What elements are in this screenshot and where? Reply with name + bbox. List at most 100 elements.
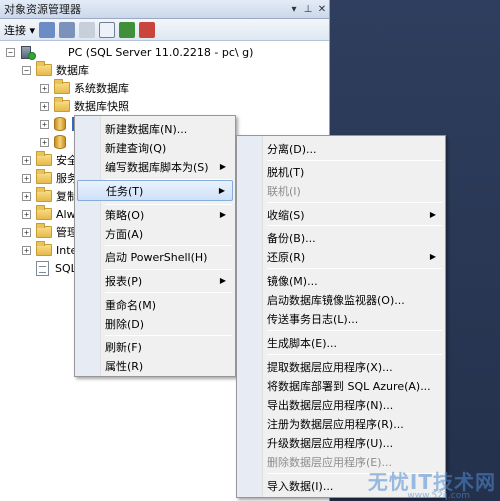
folder-icon [36, 223, 52, 238]
folder-icon [36, 187, 52, 202]
menu-item-refresh[interactable]: 刷新(F) [77, 336, 233, 357]
expand-toggle[interactable]: + [40, 83, 49, 93]
menu-item-label: 传送事务日志(L)... [267, 312, 359, 326]
expand-toggle[interactable]: + [40, 119, 49, 129]
menu-item-label: 脱机(T) [267, 165, 305, 179]
menu-item-policies[interactable]: 策略(O) ▶ [77, 204, 233, 225]
tree-item-user-database-2[interactable]: + [40, 133, 72, 151]
menu-item-rename[interactable]: 重命名(M) [77, 294, 233, 315]
menu-item-detach[interactable]: 分离(D)... [239, 138, 443, 159]
tree-item-system-databases[interactable]: + 系统数据库 [40, 79, 129, 97]
expand-toggle[interactable]: + [40, 137, 49, 147]
menu-item-label: 导入数据(I)... [267, 479, 334, 493]
menu-item-label: 报表(P) [105, 274, 143, 288]
expand-toggle[interactable]: + [22, 245, 31, 255]
menu-item-upgrade-data-tier-app[interactable]: 升级数据层应用程序(U)... [239, 432, 443, 453]
menu-item-label: 策略(O) [105, 208, 145, 222]
tree-item-label: 数据库 [56, 64, 89, 77]
disconnect-icon[interactable] [59, 21, 76, 38]
menu-item-label: 重命名(M) [105, 298, 157, 312]
pin-icon[interactable]: ⊥ [301, 4, 315, 15]
menu-item-take-offline[interactable]: 脱机(T) [239, 161, 443, 182]
tree-item-label: 系统数据库 [74, 82, 129, 95]
menu-item-new-database[interactable]: 新建数据库(N)... [77, 118, 233, 139]
summary-icon[interactable] [139, 21, 156, 38]
server-node[interactable]: − PC (SQL Server 11.0.2218 - pc\ g) [6, 43, 253, 61]
menu-separator [267, 330, 442, 331]
menu-separator [267, 225, 442, 226]
tree-item-server-objects[interactable]: + 服务 [22, 169, 78, 187]
menu-item-label: 方面(A) [105, 227, 144, 241]
folder-icon [36, 241, 52, 256]
expand-toggle[interactable]: + [22, 173, 31, 183]
database-context-menu: 新建数据库(N)... 新建查询(Q) 编写数据库脚本为(S) ▶ 任务(T) ▶ … [74, 115, 236, 377]
menu-item-new-query[interactable]: 新建查询(Q) [77, 137, 233, 158]
expand-toggle[interactable]: + [22, 209, 31, 219]
server-label: PC (SQL Server 11.0.2218 - pc\ g) [68, 45, 254, 59]
submenu-arrow-icon: ▶ [429, 210, 436, 219]
expand-toggle[interactable]: + [22, 227, 31, 237]
close-icon[interactable]: ✕ [315, 4, 329, 15]
menu-item-generate-scripts[interactable]: 生成脚本(E)... [239, 332, 443, 353]
menu-item-start-powershell[interactable]: 启动 PowerShell(H) [77, 246, 233, 267]
tasks-submenu: 分离(D)... 脱机(T) 联机(I) 收缩(S) ▶ 备份(B)... 还原(… [236, 135, 446, 498]
menu-item-ship-transaction-logs[interactable]: 传送事务日志(L)... [239, 308, 443, 329]
menu-item-shrink[interactable]: 收缩(S) ▶ [239, 204, 443, 225]
menu-item-deploy-to-sql-azure[interactable]: 将数据库部署到 SQL Azure(A)... [239, 375, 443, 396]
folder-icon [54, 79, 70, 94]
menu-item-label: 收缩(S) [267, 208, 305, 222]
collapse-toggle[interactable]: − [6, 47, 15, 57]
menu-item-extract-data-tier-app[interactable]: 提取数据层应用程序(X)... [239, 356, 443, 377]
database-icon [54, 117, 66, 131]
menu-item-label: 导出数据层应用程序(N)... [267, 398, 394, 412]
panel-title-bar: 对象资源管理器 ▾ ⊥ ✕ [0, 0, 329, 19]
menu-item-bring-online: 联机(I) [239, 180, 443, 201]
expand-toggle[interactable]: + [22, 191, 31, 201]
watermark-url: www.52ij.com [407, 491, 470, 501]
folder-icon [36, 61, 52, 76]
menu-item-label: 编写数据库脚本为(S) [105, 160, 209, 174]
expand-toggle[interactable]: + [40, 101, 49, 111]
menu-item-label: 任务(T) [106, 184, 144, 198]
menu-separator [267, 202, 442, 203]
agent-icon [36, 260, 49, 276]
menu-item-reports[interactable]: 报表(P) ▶ [77, 270, 233, 291]
submenu-arrow-icon: ▶ [218, 186, 225, 195]
menu-item-export-data-tier-app[interactable]: 导出数据层应用程序(N)... [239, 394, 443, 415]
tree-item-alwayson[interactable]: + Alw [22, 205, 76, 223]
expand-toggle[interactable]: + [22, 155, 31, 165]
tree-item-management[interactable]: + 管理 [22, 223, 78, 241]
stop-icon[interactable] [79, 21, 96, 38]
menu-item-mirror[interactable]: 镜像(M)... [239, 270, 443, 291]
tree-item-replication[interactable]: + 复制 [22, 187, 78, 205]
refresh-icon[interactable] [119, 21, 136, 38]
menu-item-register-data-tier-app[interactable]: 注册为数据层应用程序(R)... [239, 413, 443, 434]
tree-item-security[interactable]: + 安全 [22, 151, 78, 169]
folder-icon [36, 205, 52, 220]
connect-button[interactable]: 连接 ▾ [4, 22, 35, 38]
menu-item-backup[interactable]: 备份(B)... [239, 227, 443, 248]
menu-item-tasks[interactable]: 任务(T) ▶ [77, 180, 233, 201]
menu-item-delete[interactable]: 删除(D) [77, 313, 233, 334]
menu-item-label: 删除(D) [105, 317, 145, 331]
menu-item-facets[interactable]: 方面(A) [77, 223, 233, 244]
menu-item-label: 联机(I) [267, 184, 301, 198]
tree-item-integration-services[interactable]: + Inte [22, 241, 77, 259]
menu-separator [105, 292, 232, 293]
filter-icon[interactable] [99, 21, 116, 38]
tree-item-label: 数据库快照 [74, 100, 129, 113]
menu-item-label: 注册为数据层应用程序(R)... [267, 417, 404, 431]
tree-item-database-snapshots[interactable]: + 数据库快照 [40, 97, 129, 115]
connect-label: 连接 [4, 23, 26, 37]
menu-item-restore[interactable]: 还原(R) ▶ [239, 246, 443, 267]
tree-item-sql-agent[interactable]: SQL [36, 259, 77, 277]
menu-item-launch-mirroring-monitor[interactable]: 启动数据库镜像监视器(O)... [239, 289, 443, 310]
collapse-toggle[interactable]: − [22, 65, 31, 75]
panel-toolbar: 连接 ▾ [0, 19, 329, 41]
tree-item-databases[interactable]: − 数据库 [22, 61, 89, 79]
chevron-down-icon: ▾ [29, 23, 36, 37]
menu-item-script-database-as[interactable]: 编写数据库脚本为(S) ▶ [77, 156, 233, 177]
dropdown-icon[interactable]: ▾ [287, 4, 301, 15]
menu-item-properties[interactable]: 属性(R) [77, 355, 233, 376]
connect-object-icon[interactable] [39, 21, 56, 38]
